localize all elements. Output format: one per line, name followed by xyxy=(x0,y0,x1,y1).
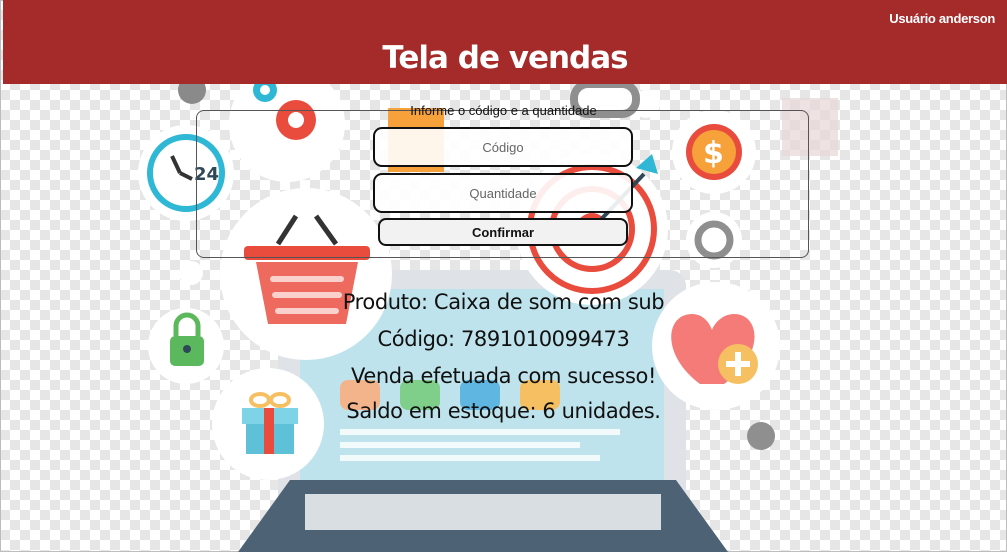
result-codigo: Código: 7891010099473 xyxy=(377,327,630,351)
quantidade-input[interactable] xyxy=(373,173,633,213)
codigo-input[interactable] xyxy=(373,127,633,167)
result-saldo: Saldo em estoque: 6 unidades. xyxy=(346,399,661,423)
result-status: Venda efetuada com sucesso! xyxy=(351,364,656,388)
page-title: Tela de vendas xyxy=(382,40,628,76)
user-label[interactable]: Usuário anderson xyxy=(889,11,995,26)
app-header: Usuário anderson Tela de vendas xyxy=(3,0,1007,84)
form-instruction: Informe o código e a quantidade xyxy=(410,103,597,118)
grey-dot-icon xyxy=(178,84,206,104)
grey-dot-icon xyxy=(747,422,775,450)
result-produto: Produto: Caixa de som com sub xyxy=(342,290,665,314)
white-dot-icon xyxy=(179,261,203,285)
confirm-button[interactable]: Confirmar xyxy=(378,218,628,246)
